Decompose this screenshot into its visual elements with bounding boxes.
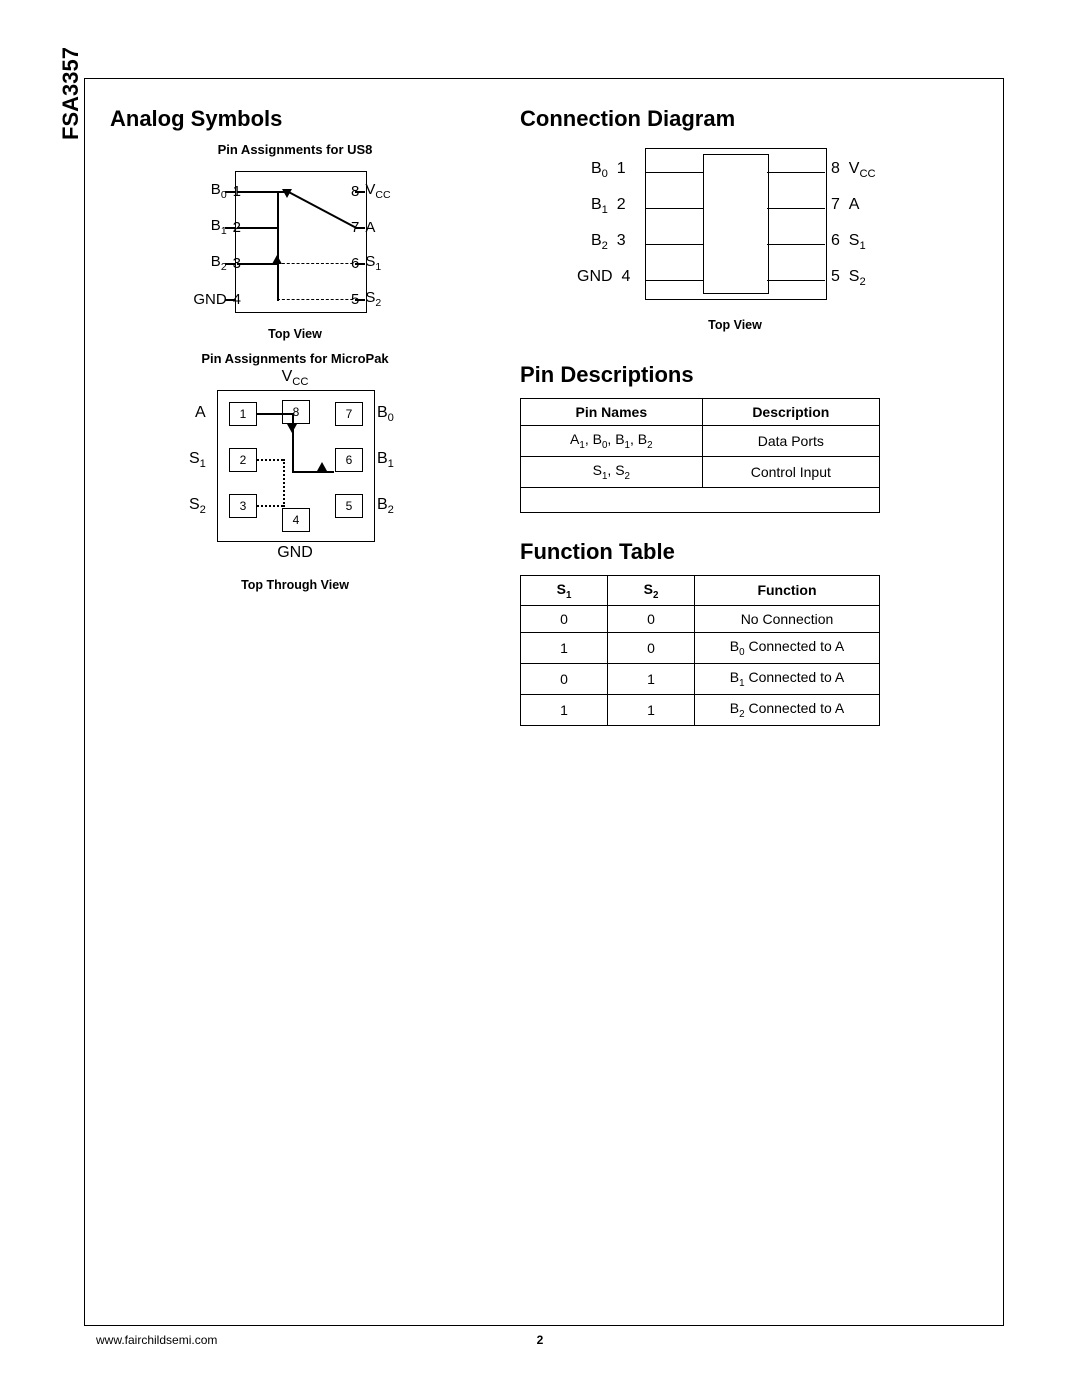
conn-l1-num: 2 xyxy=(617,196,626,213)
table-row: 0 1 B1 Connected to A xyxy=(521,664,880,695)
micropak-right-0: B0 xyxy=(377,404,394,424)
pin-descriptions-heading: Pin Descriptions xyxy=(520,362,950,388)
micropak-pad-3: 3 xyxy=(229,494,257,518)
micropak-gnd: GND xyxy=(277,544,313,562)
us8-l3-label: GND xyxy=(193,291,226,308)
connection-diagram: B0 1 B1 2 B2 3 GND 4 8 VCC 7 A 6 S1 5 S2 xyxy=(565,142,905,312)
us8-r3-label: S2 xyxy=(365,289,381,309)
micropak-caption: Pin Assignments for MicroPak xyxy=(110,351,480,366)
conn-l2-lbl: B2 xyxy=(591,232,608,249)
analog-symbols-heading: Analog Symbols xyxy=(110,106,480,132)
page-content: Analog Symbols Pin Assignments for US8 B… xyxy=(110,100,990,726)
func-r3c0: 1 xyxy=(521,694,608,725)
conn-r0-lbl: VCC xyxy=(849,160,876,177)
func-r1c2: B0 Connected to A xyxy=(695,633,880,664)
micropak-pad-2: 2 xyxy=(229,448,257,472)
conn-l3-lbl: GND xyxy=(577,268,613,285)
func-r1c1: 0 xyxy=(608,633,695,664)
table-row: 1 0 B0 Connected to A xyxy=(521,633,880,664)
us8-diagram: B01 B12 B23 GND4 8VCC 7A 6S1 5S2 xyxy=(165,161,425,321)
func-h1: S2 xyxy=(608,575,695,606)
func-r0c0: 0 xyxy=(521,606,608,633)
micropak-left-1: S1 xyxy=(189,450,206,470)
func-r0c1: 0 xyxy=(608,606,695,633)
func-r2c1: 1 xyxy=(608,664,695,695)
pin-table-h1: Description xyxy=(702,399,879,426)
pin-table-r0c0: A1, B0, B1, B2 xyxy=(521,426,703,457)
conn-l1-lbl: B1 xyxy=(591,196,608,213)
func-r2c0: 0 xyxy=(521,664,608,695)
connection-diagram-heading: Connection Diagram xyxy=(520,106,950,132)
micropak-view-caption: Top Through View xyxy=(110,578,480,592)
func-r2c2: B1 Connected to A xyxy=(695,664,880,695)
conn-l0-num: 1 xyxy=(617,160,626,177)
micropak-left-2: S2 xyxy=(189,496,206,516)
conn-r1-lbl: A xyxy=(849,196,860,213)
pin-table-r1c0: S1, S2 xyxy=(521,456,703,487)
conn-r2-lbl: S1 xyxy=(849,232,866,249)
conn-r3-lbl: S2 xyxy=(849,268,866,285)
micropak-pad-4: 4 xyxy=(282,508,310,532)
table-row: A1, B0, B1, B2 Data Ports xyxy=(521,426,880,457)
pin-table-h0: Pin Names xyxy=(521,399,703,426)
footer-url: www.fairchildsemi.com xyxy=(96,1333,217,1347)
func-r3c2: B2 Connected to A xyxy=(695,694,880,725)
micropak-vcc: VCC xyxy=(282,368,309,388)
func-h2: Function xyxy=(695,575,880,606)
us8-caption: Pin Assignments for US8 xyxy=(110,142,480,157)
conn-r3-num: 5 xyxy=(831,268,840,285)
part-number-label: FSA3357 xyxy=(58,47,84,140)
function-table: S1 S2 Function 0 0 No Connection 1 0 B0 … xyxy=(520,575,880,726)
func-r0c2: No Connection xyxy=(695,606,880,633)
func-h0: S1 xyxy=(521,575,608,606)
func-r1c0: 1 xyxy=(521,633,608,664)
func-r3c1: 1 xyxy=(608,694,695,725)
conn-l3-num: 4 xyxy=(621,268,630,285)
us8-r2-label: S1 xyxy=(365,253,381,273)
micropak-right-2: B2 xyxy=(377,496,394,516)
us8-view-caption: Top View xyxy=(110,327,480,341)
micropak-left-0: A xyxy=(195,404,206,422)
table-row: S1, S2 Control Input xyxy=(521,456,880,487)
pin-table-r1c1: Control Input xyxy=(702,456,879,487)
micropak-right-1: B1 xyxy=(377,450,394,470)
conn-r2-num: 6 xyxy=(831,232,840,249)
conn-r1-num: 7 xyxy=(831,196,840,213)
us8-r0-label: VCC xyxy=(365,181,390,201)
footer-page-number: 2 xyxy=(537,1333,544,1347)
table-row xyxy=(521,487,880,512)
conn-r0-num: 8 xyxy=(831,160,840,177)
micropak-pad-5: 5 xyxy=(335,494,363,518)
conn-view-caption: Top View xyxy=(520,318,950,332)
pin-descriptions-table: Pin Names Description A1, B0, B1, B2 Dat… xyxy=(520,398,880,513)
pin-table-r0c1: Data Ports xyxy=(702,426,879,457)
table-row: 0 0 No Connection xyxy=(521,606,880,633)
function-table-heading: Function Table xyxy=(520,539,950,565)
conn-l0-lbl: B0 xyxy=(591,160,608,177)
us8-r1-label: A xyxy=(365,219,375,236)
micropak-pad-7: 7 xyxy=(335,402,363,426)
micropak-pad-6: 6 xyxy=(335,448,363,472)
micropak-pad-1: 1 xyxy=(229,402,257,426)
conn-l2-num: 3 xyxy=(617,232,626,249)
micropak-diagram: VCC 1 2 3 8 4 7 6 5 A S1 S2 B0 B1 xyxy=(165,372,425,572)
table-row: 1 1 B2 Connected to A xyxy=(521,694,880,725)
micropak-pad-8: 8 xyxy=(282,400,310,424)
